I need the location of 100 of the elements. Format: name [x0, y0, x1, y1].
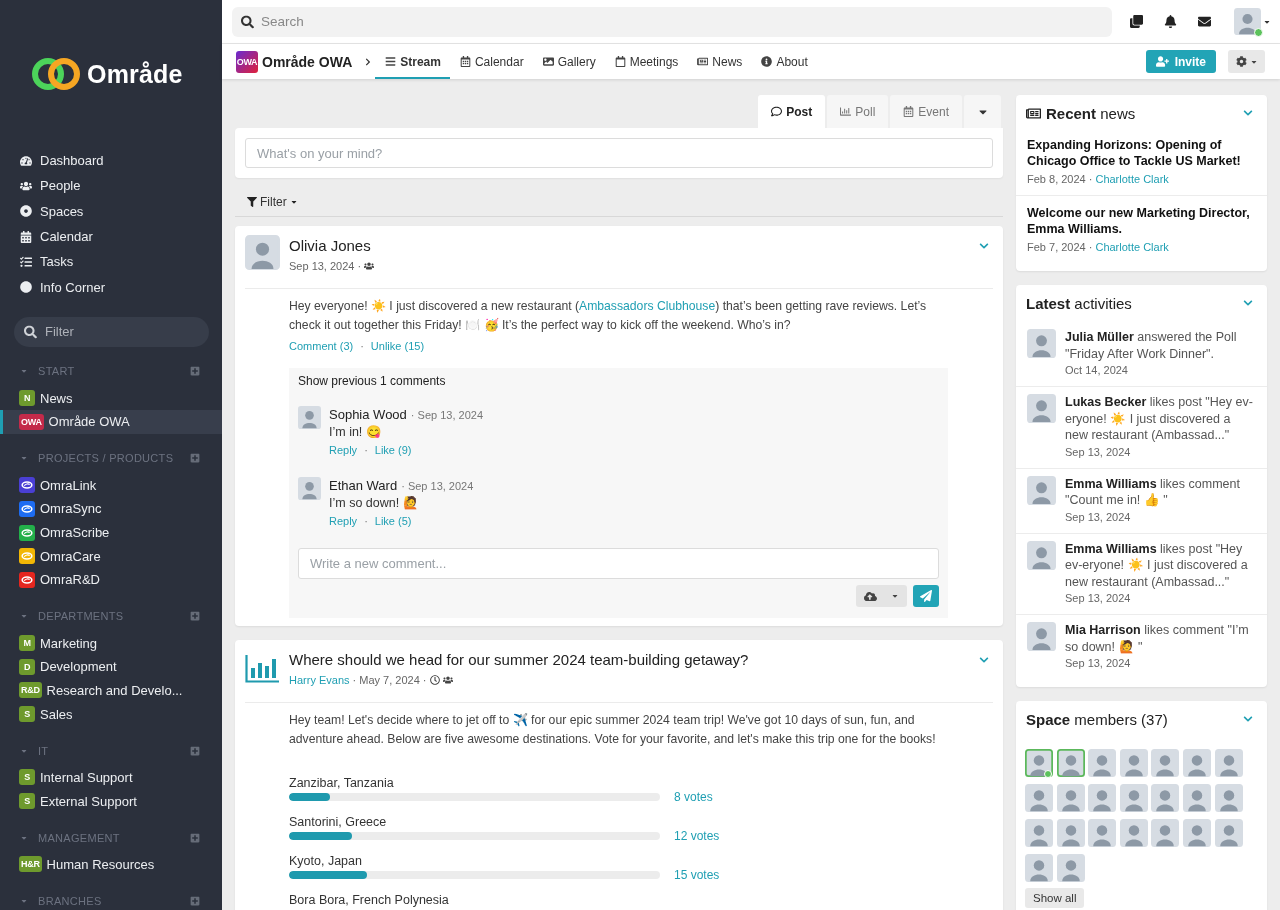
nav-link[interactable]: Spaces: [0, 198, 222, 224]
commenter-name[interactable]: Sophia Wood: [329, 406, 407, 423]
cloud-upload-icon: [864, 589, 877, 603]
commenter-name[interactable]: Ethan Ward: [329, 477, 398, 494]
card-title: Latest activities: [1026, 294, 1132, 312]
filter-field[interactable]: Filter: [14, 316, 209, 347]
comment-text: I’m in! 😋: [329, 424, 383, 441]
activity-text: Julia Müller answered the Poll "Friday After Work Dinner".: [1065, 329, 1238, 362]
image-icon: [542, 56, 554, 67]
news-title[interactable]: Expanding Horizons: Opening of Chicago Office to Tackle US Market!: [1027, 137, 1256, 169]
space-link[interactable]: R&D Research and Develo...: [0, 678, 222, 703]
avatar-icon: [298, 406, 321, 429]
space-logo: D: [19, 658, 35, 675]
space-logo: M: [19, 635, 35, 652]
space-link[interactable]: D Development: [0, 654, 222, 679]
user-plus-icon: [1155, 55, 1169, 68]
space-title[interactable]: Område OWA: [262, 53, 353, 70]
add-icon[interactable]: [190, 745, 200, 756]
avatar-icon: [1027, 329, 1056, 358]
space-link[interactable]: OmraCare: [0, 544, 222, 568]
show-previous-link[interactable]: Show previous 1 comments: [298, 373, 939, 389]
overlapping-squares-icon[interactable]: [1130, 15, 1143, 28]
nav-link[interactable]: Info Corner: [0, 274, 222, 300]
add-icon[interactable]: [190, 832, 200, 843]
people-icon: [442, 675, 453, 685]
chevron-down-icon[interactable]: [979, 655, 989, 665]
space-logo: S: [19, 769, 35, 786]
card-title: Space members (37): [1026, 710, 1168, 728]
add-icon[interactable]: [190, 366, 200, 377]
author-name[interactable]: Olivia Jones: [289, 236, 375, 256]
separator-dot: ·: [360, 339, 364, 354]
post-text: Hey everyone! ☀ I just discovered a new restaurant (Ambassadors Clubhouse) that’s been getting rave reviews. Let’s check it out together this Friday! 🍽 🥳 It’s the perfect way to kick off the weekend. Who’s in?: [289, 298, 928, 334]
filter-button[interactable]: Filter: [247, 195, 298, 209]
nav-link[interactable]: Calendar: [0, 223, 222, 250]
nav-link[interactable]: Tasks: [0, 249, 222, 275]
space-link[interactable]: M Marketing: [0, 631, 222, 655]
settings-icon: [1235, 56, 1247, 67]
post-input[interactable]: What's on your mind?: [245, 138, 993, 168]
comment-date: · Sep 13, 2024: [401, 480, 474, 492]
show-all-button[interactable]: Show all: [1025, 888, 1085, 908]
settings-button[interactable]: [1228, 50, 1265, 73]
bar-chart-icon: [840, 106, 852, 117]
space-tab[interactable]: Calendar: [449, 44, 533, 79]
add-icon[interactable]: [190, 611, 200, 622]
avatar-icon[interactable]: [1025, 749, 1053, 777]
space-link[interactable]: N News: [0, 386, 222, 411]
list-icon: [385, 56, 397, 67]
space-logo: S: [19, 706, 35, 723]
activity-text: Emma Williams likes post "Hey ev-eryone! ☀ I just discovered a new restaurant (Ambassad...": [1065, 540, 1249, 590]
space-logo: N: [19, 390, 35, 407]
send-button[interactable]: [913, 585, 939, 607]
space-link[interactable]: S Internal Support: [0, 765, 222, 790]
composer-tab[interactable]: Event: [890, 95, 962, 128]
comment-text: I’m so down! 🙋: [329, 495, 420, 512]
avatar-icon: [1027, 394, 1056, 423]
caret-icon: [289, 198, 298, 206]
space-logo: H&R: [19, 856, 42, 873]
space-link[interactable]: OmraR&D: [0, 568, 222, 592]
composer-tab[interactable]: Poll: [827, 95, 889, 128]
rings-logo-icon: [31, 57, 81, 91]
search-icon: [24, 325, 37, 339]
paper-plane-icon: [920, 590, 932, 602]
avatar-icon[interactable]: [1056, 749, 1085, 777]
chevron-right-icon: [364, 57, 373, 66]
space-link[interactable]: S External Support: [0, 789, 222, 813]
activity-date: Sep 13, 2024: [1065, 444, 1132, 460]
space-link[interactable]: OmraLink: [0, 473, 222, 498]
news-date: Feb 8, 2024 ·: [1027, 172, 1093, 187]
avatar-icon: [1027, 475, 1056, 505]
chevron-down-icon[interactable]: [979, 241, 989, 251]
newspaper-icon: [697, 56, 709, 67]
space-link[interactable]: OmraScribe: [0, 520, 222, 545]
calendar-icon: [903, 106, 915, 117]
post-date: · May 7, 2024 ·: [352, 673, 427, 688]
add-icon[interactable]: [190, 453, 200, 464]
nav-link[interactable]: Dashboard: [0, 148, 222, 174]
nav-link[interactable]: People: [0, 173, 222, 199]
search-field[interactable]: Search: [232, 6, 1112, 37]
people-icon: [364, 261, 375, 271]
upload-button[interactable]: [856, 585, 907, 607]
space-tab[interactable]: About: [751, 44, 817, 79]
composer-tab[interactable]: Post: [758, 95, 826, 128]
add-icon[interactable]: [190, 895, 200, 906]
chevron-down-icon[interactable]: [1243, 298, 1253, 308]
space-tab[interactable]: News: [687, 44, 752, 79]
space-link[interactable]: S Sales: [0, 702, 222, 726]
comment-input[interactable]: Write a new comment...: [298, 548, 939, 579]
chevron-down-icon[interactable]: [1243, 108, 1253, 118]
space-tab[interactable]: Gallery: [532, 44, 605, 79]
envelope-icon[interactable]: [1198, 15, 1211, 28]
news-date: Feb 7, 2024 ·: [1027, 240, 1093, 255]
news-title[interactable]: Welcome our new Marketing Director, Emma Williams.: [1027, 205, 1256, 237]
chevron-down-icon[interactable]: [1243, 714, 1253, 724]
activity-date: Oct 14, 2024: [1065, 363, 1129, 378]
space-tab[interactable]: Meetings: [604, 44, 688, 79]
bell-icon[interactable]: [1164, 15, 1177, 28]
space-link[interactable]: H&R Human Resources: [0, 852, 222, 877]
space-link[interactable]: OWA Område OWA: [0, 410, 222, 434]
space-link[interactable]: OmraSync: [0, 497, 222, 521]
caret-icon: [891, 592, 899, 600]
